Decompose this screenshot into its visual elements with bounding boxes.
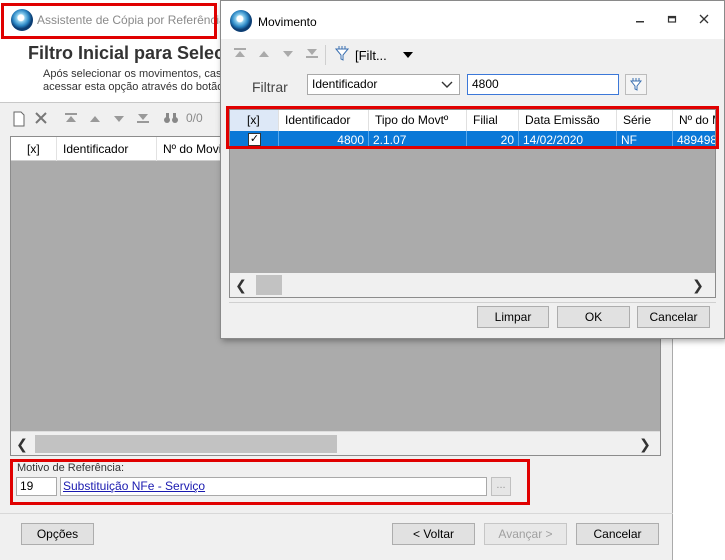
options-button[interactable]: Opções xyxy=(21,523,94,545)
column-header-identificador[interactable]: Identificador xyxy=(57,137,157,161)
motivo-description-link[interactable]: Substituição NFe - Serviço xyxy=(60,477,487,496)
cancel-button[interactable]: Cancelar xyxy=(576,523,659,545)
record-counter: 0/0 xyxy=(186,111,203,125)
next-record-icon[interactable] xyxy=(110,111,128,129)
close-icon[interactable] xyxy=(693,11,715,29)
grid-row-highlight-box xyxy=(226,106,719,149)
last-record-icon[interactable] xyxy=(134,111,152,129)
back-button[interactable]: < Voltar xyxy=(392,523,475,545)
previous-record-icon[interactable] xyxy=(86,111,104,129)
dialog-cancel-button[interactable]: Cancelar xyxy=(637,306,710,328)
filter-funnel-icon[interactable] xyxy=(333,46,351,64)
dialog-button-divider xyxy=(229,302,716,303)
movimento-dialog: Movimento [Filt... Filtrar Identificador… xyxy=(220,0,725,339)
step-description-line1: Após selecionar os movimentos, caso xyxy=(43,68,228,80)
dialog-horizontal-scrollbar[interactable]: ❮ ❯ xyxy=(230,273,715,297)
dialog-last-record-icon[interactable] xyxy=(303,46,321,64)
scroll-right-icon[interactable]: ❯ xyxy=(634,432,656,456)
dialog-titlebar: Movimento xyxy=(221,1,724,39)
dialog-title: Movimento xyxy=(258,15,317,29)
chevron-down-icon[interactable] xyxy=(441,75,453,96)
scroll-left-icon[interactable]: ❮ xyxy=(230,273,252,297)
dialog-logo-icon xyxy=(230,10,252,32)
motivo-lookup-button[interactable]: ... xyxy=(491,477,511,496)
scroll-right-icon[interactable]: ❯ xyxy=(687,273,709,297)
scrollbar-thumb[interactable] xyxy=(35,435,337,453)
first-record-icon[interactable] xyxy=(62,111,80,129)
filter-label: Filtrar xyxy=(252,79,288,95)
filter-value-input[interactable]: 4800 xyxy=(467,74,619,95)
ok-button[interactable]: OK xyxy=(557,306,630,328)
next-button[interactable]: Avançar > xyxy=(484,523,567,545)
minimize-icon[interactable] xyxy=(629,11,651,29)
scroll-left-icon[interactable]: ❮ xyxy=(11,432,33,456)
new-record-icon[interactable] xyxy=(10,111,28,129)
motivo-code-field[interactable]: 19 xyxy=(16,477,57,496)
filter-dropdown-arrow-icon[interactable] xyxy=(399,46,417,64)
grid-horizontal-scrollbar[interactable]: ❮ ❯ xyxy=(11,431,660,455)
step-title: Filtro Inicial para Selec xyxy=(28,43,225,63)
maximize-icon[interactable] xyxy=(661,11,683,29)
filter-field-select[interactable]: Identificador xyxy=(307,74,460,95)
delete-icon[interactable] xyxy=(32,111,50,129)
column-header-select[interactable]: [x] xyxy=(11,137,57,161)
filter-field-select-value: Identificador xyxy=(312,77,378,91)
dialog-previous-record-icon[interactable] xyxy=(255,46,273,64)
apply-filter-icon xyxy=(629,78,643,95)
dialog-next-record-icon[interactable] xyxy=(279,46,297,64)
motivo-label: Motivo de Referência: xyxy=(17,462,124,474)
dialog-scrollbar-thumb[interactable] xyxy=(256,275,282,295)
toolbar-separator xyxy=(325,45,326,65)
footer-divider xyxy=(0,513,673,514)
filter-dropdown-label[interactable]: [Filt... xyxy=(355,48,387,63)
apply-filter-button[interactable] xyxy=(625,74,647,95)
binoculars-icon[interactable] xyxy=(162,111,180,129)
clear-button[interactable]: Limpar xyxy=(477,306,549,328)
dialog-toolbar: [Filt... xyxy=(221,41,724,69)
step-description-line2: acessar esta opção através do botão xyxy=(43,81,224,93)
title-highlight-box xyxy=(1,3,217,39)
dialog-first-record-icon[interactable] xyxy=(231,46,249,64)
